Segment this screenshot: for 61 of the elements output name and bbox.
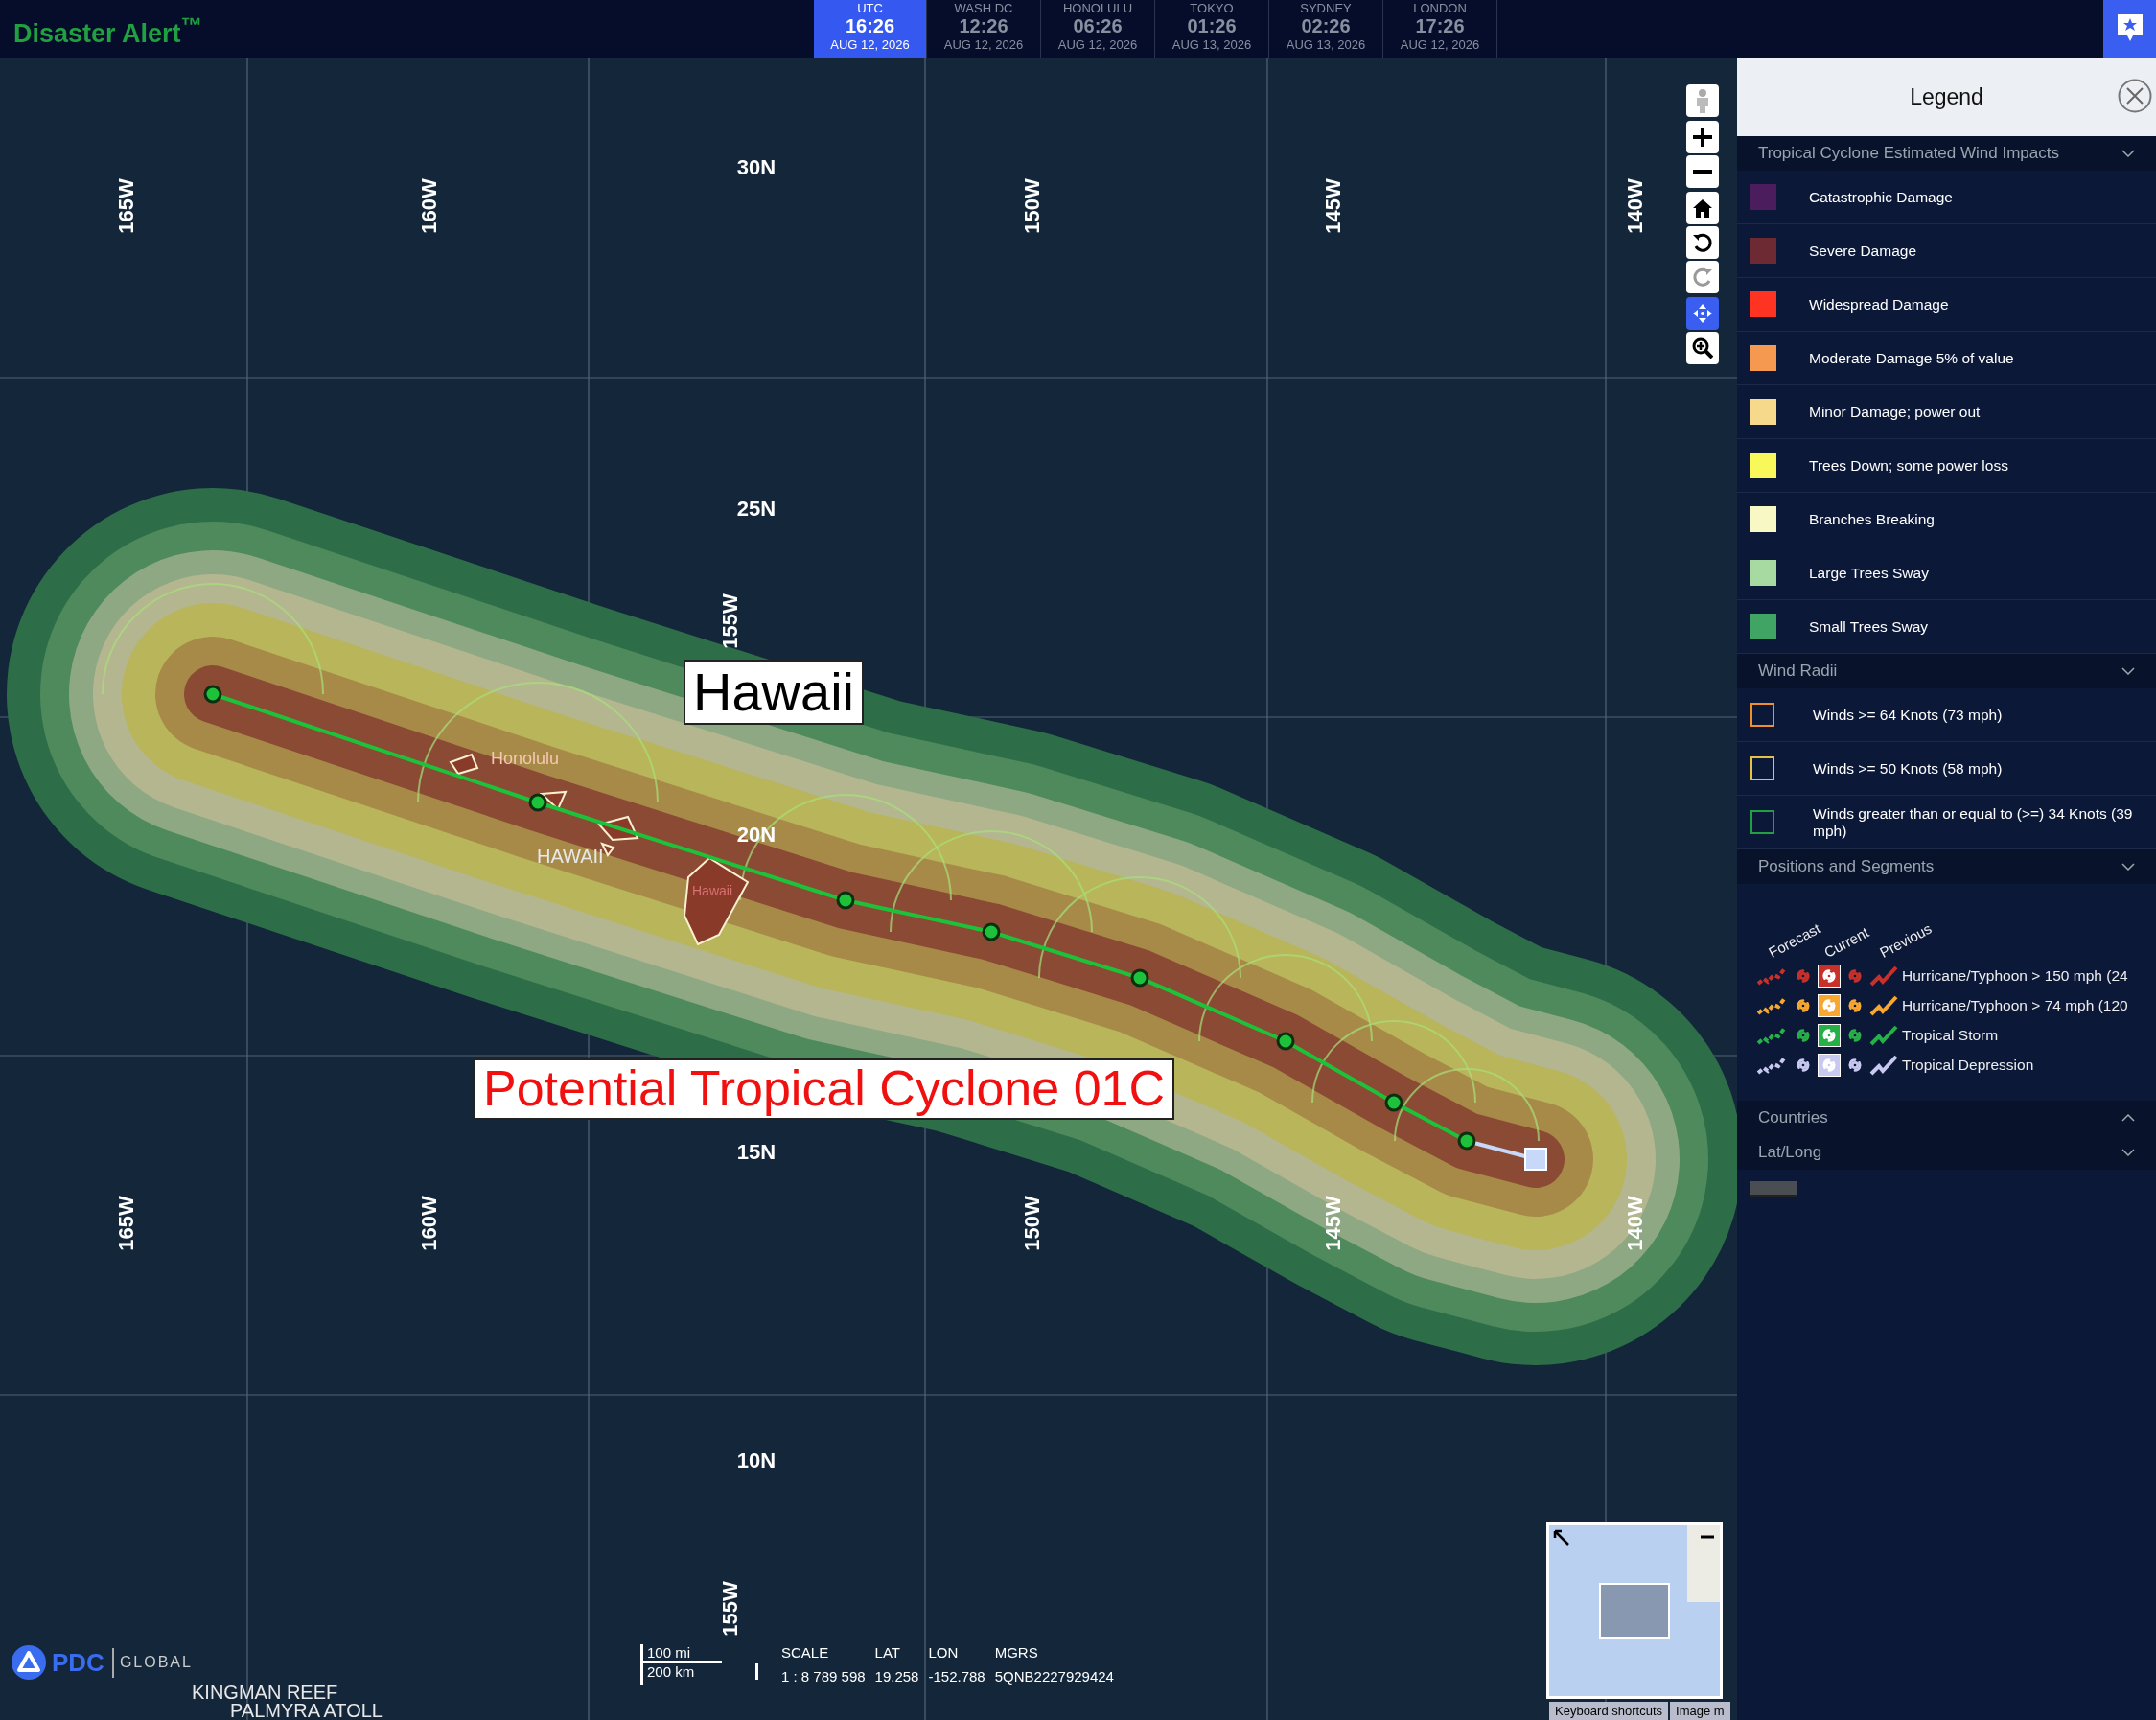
latitude-label: 20N: [736, 823, 777, 847]
legend-section-header[interactable]: Countries: [1737, 1101, 2156, 1135]
app-logo: Disaster Alert$^{™}$: [12, 12, 204, 50]
time-zone-clock[interactable]: UTC 16:26 AUG 12, 2026: [814, 0, 927, 58]
legend-label: Large Trees Sway: [1809, 564, 1929, 582]
legend-label: Branches Breaking: [1809, 510, 1935, 528]
scale-bar: 100 mi 200 km: [640, 1644, 758, 1685]
readout-label: LON: [928, 1644, 960, 1661]
place-label: Hawaii: [692, 883, 732, 898]
legend-label: Catastrophic Damage: [1809, 188, 1953, 206]
place-label: HAWAII: [537, 846, 604, 867]
legend-label: Widespread Damage: [1809, 295, 1949, 314]
longitude-label: 145W: [1321, 178, 1345, 234]
readout-value: 19.258: [874, 1668, 919, 1685]
readout-label: SCALE: [781, 1644, 830, 1661]
longitude-label: 160W: [417, 1196, 441, 1251]
latitude-label: 25N: [736, 497, 777, 521]
brand-name: PDC: [52, 1647, 114, 1678]
legend-label: Minor Damage; power out: [1809, 403, 1981, 421]
legend-section-header[interactable]: Wind Radii: [1737, 654, 2156, 688]
longitude-label: 140W: [1623, 178, 1647, 234]
storm-name-label: Potential Tropical Cyclone 01C: [474, 1058, 1175, 1120]
map-callout-label: Hawaii: [684, 660, 865, 726]
longitude-label: 140W: [1623, 1196, 1647, 1251]
place-label: PALMYRA ATOLL: [230, 1700, 383, 1720]
legend-label: Winds >= 64 Knots (73 mph): [1813, 706, 2003, 724]
legend-label: Small Trees Sway: [1809, 617, 1929, 636]
legend-label: Hurricane/Typhoon > 150 mph (24: [1902, 966, 2128, 985]
legend-label: Trees Down; some power loss: [1809, 456, 2008, 475]
attribution-button[interactable]: Image m: [1670, 1702, 1730, 1720]
readout-value: -152.788: [928, 1668, 985, 1685]
legend-label: Tropical Depression: [1902, 1056, 2034, 1074]
longitude-label: 145W: [1321, 1196, 1345, 1251]
legend-section-header[interactable]: Positions and Segments: [1737, 849, 2156, 884]
legend-label: Moderate Damage 5% of value: [1809, 349, 2014, 367]
legend-label: Severe Damage: [1809, 242, 1916, 260]
readout-label: LAT: [874, 1644, 901, 1661]
latitude-label: 10N: [736, 1449, 777, 1473]
legend-label: Winds greater than or equal to (>=) 34 Knots (39 mph): [1813, 804, 2134, 840]
longitude-label: 150W: [1020, 1196, 1044, 1251]
legend-label: Hurricane/Typhoon > 74 mph (120: [1902, 996, 2128, 1014]
legend-section-header[interactable]: Tropical Cyclone Estimated Wind Impacts: [1737, 136, 2156, 171]
longitude-label: 165W: [114, 1196, 138, 1251]
place-label: KINGMAN REEF: [192, 1682, 338, 1703]
legend-label: Tropical Storm: [1902, 1026, 1999, 1044]
longitude-label: 165W: [114, 178, 138, 234]
latitude-label: 30N: [736, 155, 777, 179]
legend-title: Legend: [1910, 83, 1983, 110]
brand-tagline: GLOBAL: [119, 1654, 193, 1671]
longitude-label: 160W: [417, 178, 441, 234]
readout-value: 5QNB2227929424: [994, 1668, 1114, 1685]
attribution-button[interactable]: Keyboard shortcuts: [1549, 1702, 1668, 1720]
place-label: Honolulu: [491, 749, 560, 768]
latitude-label: 15N: [736, 1140, 777, 1164]
legend-section-header[interactable]: Lat/Long: [1737, 1135, 2156, 1170]
legend-label: Winds >= 50 Knots (58 mph): [1813, 759, 2003, 778]
readout-value: 1 : 8 789 598: [781, 1668, 866, 1685]
longitude-label: 155W: [718, 593, 742, 649]
readout-label: MGRS: [994, 1644, 1039, 1661]
longitude-label: 150W: [1020, 178, 1044, 234]
longitude-label: 155W: [718, 1581, 742, 1637]
